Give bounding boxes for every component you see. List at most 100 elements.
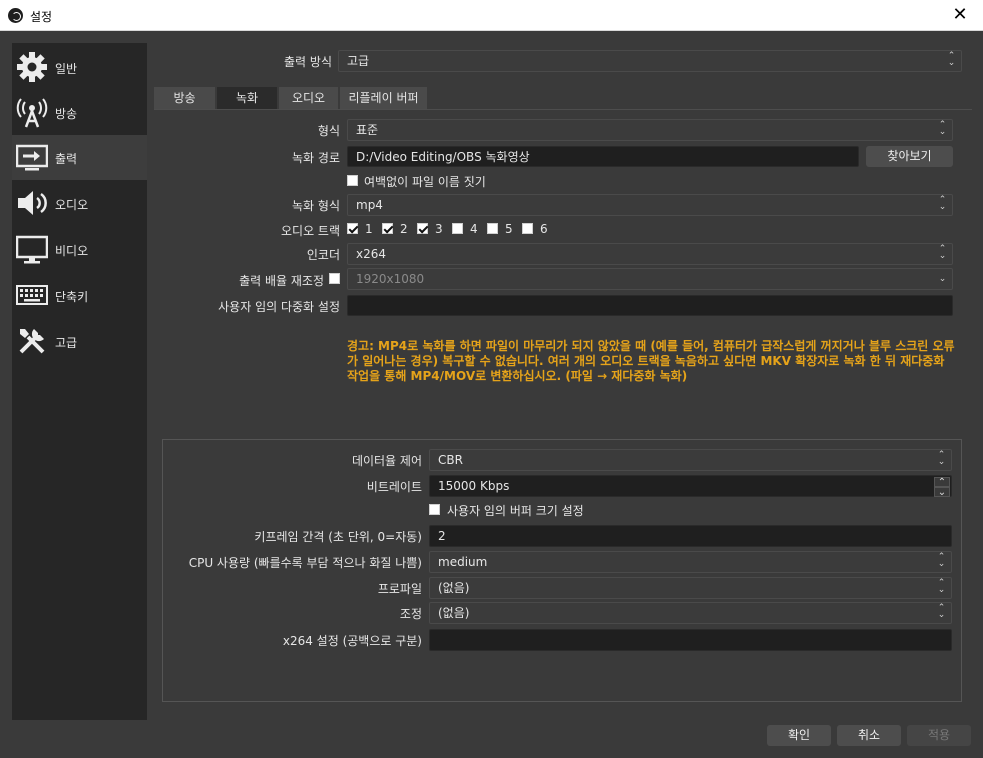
audio-track-6-label: 6 (540, 222, 548, 236)
broadcast-icon (16, 98, 48, 128)
title-bar: 설정 ✕ (0, 0, 983, 31)
rescale-resolution-value: 1920x1080 (356, 272, 425, 286)
output-icon (16, 144, 48, 171)
audio-track-4-label: 4 (470, 222, 478, 236)
custom-muxer-input[interactable] (347, 295, 953, 316)
profile-value: (없음) (438, 581, 470, 595)
audio-track-5-checkbox[interactable] (487, 223, 498, 234)
chevron-updown-icon: ⌃ ⌄ (937, 578, 946, 595)
tab-audio[interactable]: 오디오 (279, 87, 338, 109)
bitrate-value: 15000 Kbps (438, 479, 510, 493)
recording-path-input[interactable]: D:/Video Editing/OBS 녹화영상 (347, 146, 859, 167)
encoder-select[interactable]: x264 ⌃ ⌄ (347, 243, 953, 265)
tab-replay-buffer[interactable]: 리플레이 버퍼 (340, 87, 427, 109)
gear-icon (17, 52, 47, 82)
sidebar-item-hotkeys[interactable]: 단축키 (12, 273, 147, 318)
bitrate-label: 비트레이트 (366, 480, 422, 494)
chevron-updown-icon: ⌃ ⌄ (938, 195, 947, 212)
sidebar-item-label: 비디오 (55, 244, 89, 258)
audio-track-2-label: 2 (400, 222, 408, 236)
custom-buffer-label: 사용자 임의 버퍼 크기 설정 (447, 504, 584, 518)
sidebar-item-general[interactable]: 일반 (12, 45, 147, 90)
sidebar-item-label: 오디오 (55, 198, 89, 212)
recording-type-select[interactable]: 표준 ⌃ ⌄ (347, 119, 953, 141)
profile-label: 프로파일 (377, 582, 422, 596)
cpu-preset-select[interactable]: medium ⌃ ⌄ (429, 551, 952, 573)
spin-down-icon[interactable]: ⌄ (934, 487, 950, 498)
bitrate-stepper[interactable]: ⌃ ⌄ (934, 477, 950, 498)
sidebar-item-stream[interactable]: 방송 (12, 90, 147, 135)
output-mode-value: 고급 (347, 54, 370, 68)
obs-logo-icon (8, 8, 23, 23)
recording-path-label: 녹화 경로 (292, 151, 340, 165)
audio-track-1-checkbox[interactable] (347, 223, 358, 234)
keyframe-interval-input[interactable]: 2 (429, 525, 952, 547)
recording-type-label: 형식 (317, 124, 340, 138)
cancel-button[interactable]: 취소 (837, 725, 901, 746)
chevron-updown-icon: ⌃ ⌄ (938, 244, 947, 261)
x264-options-label: x264 설정 (공백으로 구분) (282, 634, 422, 648)
tune-value: (없음) (438, 606, 470, 620)
recording-type-value: 표준 (356, 123, 379, 137)
chevron-down-icon: ⌄ (938, 274, 947, 284)
audio-track-6-checkbox[interactable] (522, 223, 533, 234)
sidebar-item-label: 방송 (55, 107, 78, 121)
audio-track-2-checkbox[interactable] (382, 223, 393, 234)
browse-button[interactable]: 찾아보기 (866, 146, 953, 167)
sidebar-item-advanced[interactable]: 고급 (12, 319, 147, 364)
tab-recording[interactable]: 녹화 (217, 87, 277, 109)
recording-format-select[interactable]: mp4 ⌃ ⌄ (347, 194, 953, 216)
no-space-filename-label: 여백없이 파일 이름 짓기 (364, 175, 486, 189)
rate-control-select[interactable]: CBR ⌃ ⌄ (429, 449, 952, 471)
monitor-icon (16, 235, 48, 264)
chevron-updown-icon: ⌃ ⌄ (938, 120, 947, 137)
tune-label: 조정 (399, 607, 422, 621)
no-space-filename-checkbox[interactable] (347, 175, 358, 186)
sidebar-item-label: 고급 (55, 336, 78, 350)
sidebar-item-output[interactable]: 출력 (12, 135, 147, 180)
apply-button[interactable]: 적용 (907, 725, 971, 746)
rescale-output-checkbox[interactable] (329, 273, 340, 284)
custom-muxer-label: 사용자 임의 다중화 설정 (218, 300, 340, 314)
keyframe-interval-label: 키프레임 간격 (초 단위, 0=자동) (254, 530, 422, 544)
chevron-updown-icon: ⌃ ⌄ (937, 450, 946, 467)
chevron-updown-icon: ⌃ ⌄ (947, 51, 956, 68)
tab-divider (154, 109, 972, 110)
profile-select[interactable]: (없음) ⌃ ⌄ (429, 577, 952, 599)
sidebar-item-label: 일반 (55, 62, 78, 76)
speaker-icon (18, 191, 47, 215)
x264-options-input[interactable] (429, 629, 952, 651)
bitrate-spinbox[interactable]: 15000 Kbps ⌃ ⌄ (429, 475, 952, 498)
audio-track-1-label: 1 (365, 222, 373, 236)
cpu-preset-label: CPU 사용량 (빠를수록 부담 적으나 화질 나쁨) (188, 556, 422, 570)
tune-select[interactable]: (없음) ⌃ ⌄ (429, 602, 952, 624)
cpu-preset-value: medium (438, 555, 488, 569)
encoder-label: 인코더 (306, 248, 340, 262)
close-window-button[interactable]: ✕ (937, 0, 983, 31)
keyboard-icon (16, 285, 48, 305)
output-mode-select[interactable]: 고급 ⌃ ⌄ (338, 50, 962, 72)
ok-button[interactable]: 확인 (767, 725, 831, 746)
sidebar-item-label: 단축키 (55, 290, 89, 304)
audio-track-3-checkbox[interactable] (417, 223, 428, 234)
tools-icon (19, 329, 45, 354)
recording-format-label: 녹화 형식 (292, 199, 340, 213)
window-title: 설정 (30, 10, 53, 24)
sidebar-item-audio[interactable]: 오디오 (12, 181, 147, 226)
audio-track-4-checkbox[interactable] (452, 223, 463, 234)
encoder-value: x264 (356, 247, 387, 261)
sidebar-item-video[interactable]: 비디오 (12, 227, 147, 272)
output-mode-label: 출력 방식 (284, 55, 332, 69)
custom-buffer-checkbox[interactable] (429, 504, 440, 515)
settings-sidebar: 일반 방송 출력 오디오 비디오 단축키 고급 (12, 43, 147, 720)
rescale-output-label: 출력 배율 재조정 (239, 274, 324, 288)
tab-stream[interactable]: 방송 (154, 87, 215, 109)
rate-control-label: 데이터율 제어 (351, 454, 422, 468)
spin-up-icon[interactable]: ⌃ (934, 477, 950, 488)
rescale-resolution-select[interactable]: 1920x1080 ⌄ (347, 268, 953, 290)
chevron-updown-icon: ⌃ ⌄ (937, 603, 946, 620)
recording-format-value: mp4 (356, 198, 383, 212)
audio-track-5-label: 5 (505, 222, 513, 236)
mp4-warning-text: 경고: MP4로 녹화를 하면 파일이 마무리가 되지 않았을 때 (예를 들어… (347, 339, 955, 383)
audio-track-label: 오디오 트랙 (280, 224, 340, 238)
